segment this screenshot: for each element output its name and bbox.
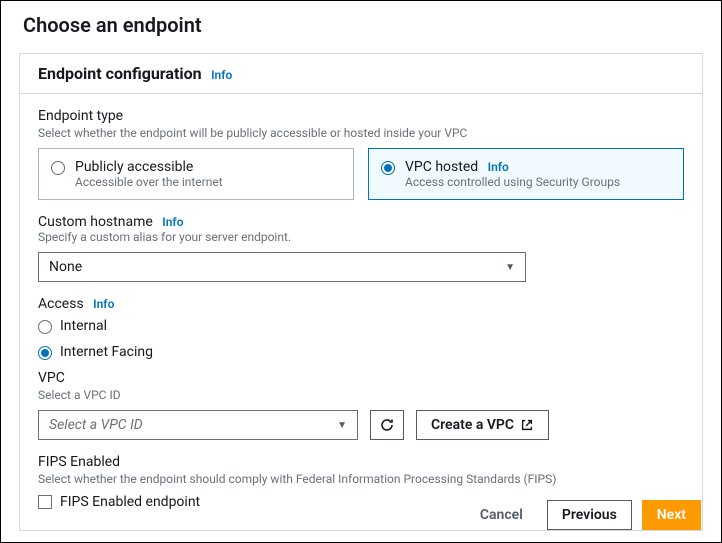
- radio-internal[interactable]: [38, 320, 52, 334]
- tile-publicly-accessible[interactable]: Publicly accessible Accessible over the …: [38, 148, 354, 200]
- next-button[interactable]: Next: [642, 500, 701, 530]
- vpc-desc: Select a VPC ID: [38, 388, 684, 402]
- radio-line-internet-facing[interactable]: Internet Facing: [38, 344, 684, 360]
- previous-button[interactable]: Previous: [547, 500, 632, 530]
- vpc-select-placeholder: Select a VPC ID: [49, 417, 143, 433]
- tile-vpc-info-link[interactable]: Info: [488, 160, 509, 174]
- tile-vpc-hosted[interactable]: VPC hosted Info Access controlled using …: [368, 148, 684, 200]
- caret-down-icon: ▼: [505, 262, 515, 273]
- custom-hostname-label: Custom hostname: [38, 214, 153, 230]
- endpoint-type-label: Endpoint type: [38, 108, 684, 124]
- custom-hostname-value: None: [49, 259, 82, 275]
- panel-title: Endpoint configuration: [38, 64, 202, 83]
- access-info-link[interactable]: Info: [93, 297, 114, 311]
- custom-hostname-select[interactable]: None ▼: [38, 252, 526, 282]
- radio-internet-facing-label: Internet Facing: [60, 344, 153, 360]
- panel-info-link[interactable]: Info: [211, 68, 232, 82]
- endpoint-config-panel: Endpoint configuration Info Endpoint typ…: [19, 53, 703, 531]
- fips-label: FIPS Enabled: [38, 454, 684, 470]
- custom-hostname-info-link[interactable]: Info: [162, 215, 183, 229]
- tile-public-title: Publicly accessible: [75, 159, 223, 175]
- custom-hostname-desc: Specify a custom alias for your server e…: [38, 230, 684, 244]
- fips-desc: Select whether the endpoint should compl…: [38, 472, 684, 486]
- refresh-button[interactable]: [370, 410, 404, 440]
- tile-vpc-desc: Access controlled using Security Groups: [405, 175, 620, 189]
- vpc-label: VPC: [38, 370, 684, 386]
- access-label: Access: [38, 296, 84, 312]
- create-vpc-label: Create a VPC: [431, 417, 514, 433]
- vpc-select[interactable]: Select a VPC ID ▼: [38, 410, 358, 440]
- caret-down-icon: ▼: [337, 420, 347, 431]
- fips-checkbox-label: FIPS Enabled endpoint: [60, 494, 200, 510]
- radio-internet-facing[interactable]: [38, 346, 52, 360]
- radio-line-internal[interactable]: Internal: [38, 318, 684, 334]
- create-vpc-button[interactable]: Create a VPC: [416, 410, 549, 440]
- tile-public-desc: Accessible over the internet: [75, 175, 223, 189]
- refresh-icon: [379, 417, 395, 433]
- radio-publicly-accessible[interactable]: [51, 161, 65, 175]
- wizard-footer: Cancel Previous Next: [446, 488, 721, 542]
- fips-checkbox[interactable]: [38, 495, 52, 509]
- cancel-button[interactable]: Cancel: [466, 500, 537, 530]
- page-title: Choose an endpoint: [23, 13, 699, 37]
- external-link-icon: [520, 418, 534, 432]
- tile-vpc-title: VPC hosted: [405, 159, 478, 175]
- radio-internal-label: Internal: [60, 318, 107, 334]
- endpoint-type-desc: Select whether the endpoint will be publ…: [38, 126, 684, 140]
- radio-vpc-hosted[interactable]: [381, 161, 395, 175]
